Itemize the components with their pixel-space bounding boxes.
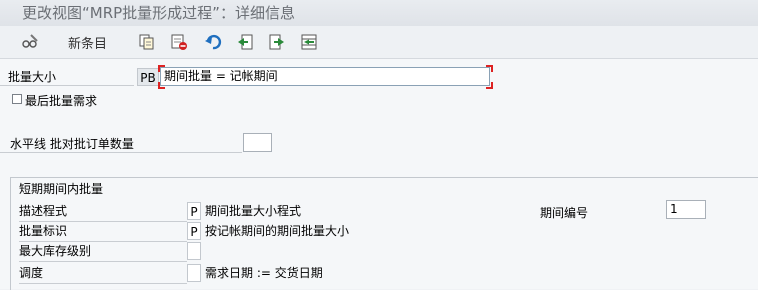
row-desc-lot-indicator: 按记帐期间的期间批量大小 bbox=[205, 224, 350, 238]
focus-corner-br bbox=[486, 82, 493, 89]
title-bar: 更改视图“MRP批量形成过程”：详细信息 bbox=[0, 0, 758, 26]
select-button[interactable] bbox=[300, 32, 318, 52]
horizon-label: 水平线 批对批订单数量 bbox=[0, 135, 242, 153]
previous-entry-icon bbox=[236, 33, 254, 51]
next-entry-button[interactable] bbox=[268, 32, 286, 52]
focus-corner-tl bbox=[158, 65, 165, 72]
select-icon bbox=[300, 33, 318, 51]
row-code-scheduling[interactable] bbox=[187, 264, 201, 282]
new-entries-label: 新条目 bbox=[68, 36, 108, 52]
detail-form: 批量大小 PB 期间批量 = 记帐期间 最后批量需求 水平线 批对批订单数量 短… bbox=[0, 59, 758, 290]
period-number-input[interactable]: 1 bbox=[666, 200, 706, 219]
row-label-scheduling: 调度 bbox=[19, 264, 187, 284]
undo-button[interactable] bbox=[204, 32, 222, 52]
delete-button[interactable] bbox=[170, 32, 188, 52]
last-lot-label: 最后批量需求 bbox=[25, 94, 98, 108]
new-entries-button[interactable]: 新条目 bbox=[68, 32, 107, 52]
row-label-lot-indicator: 批量标识 bbox=[19, 222, 187, 242]
copy-button[interactable] bbox=[138, 32, 156, 52]
delete-icon bbox=[170, 33, 188, 51]
lot-size-code: PB bbox=[137, 68, 159, 86]
period-number-label: 期间编号 bbox=[540, 206, 589, 220]
next-entry-icon bbox=[268, 33, 286, 51]
lot-size-label: 批量大小 bbox=[0, 68, 134, 86]
undo-icon bbox=[204, 33, 222, 51]
last-lot-checkbox[interactable] bbox=[12, 94, 22, 104]
row-label-max-stock: 最大库存级别 bbox=[19, 242, 187, 262]
short-term-group: 短期期间内批量 描述程式 P 期间批量大小程式 批量标识 P 按记帐期间的期间批… bbox=[10, 177, 758, 290]
window-title: 更改视图“MRP批量形成过程”：详细信息 bbox=[22, 4, 295, 22]
row-label-description: 描述程式 bbox=[19, 202, 187, 222]
row-code-lot-indicator[interactable]: P bbox=[187, 222, 201, 240]
lot-size-value: 期间批量 = 记帐期间 bbox=[164, 69, 278, 83]
row-code-max-stock[interactable] bbox=[187, 242, 201, 260]
toolbar: 新条目 bbox=[0, 26, 758, 59]
glasses-edit-icon bbox=[20, 33, 40, 51]
lot-size-input[interactable]: 期间批量 = 记帐期间 bbox=[160, 67, 490, 86]
short-term-title: 短期期间内批量 bbox=[19, 182, 104, 196]
period-number-value: 1 bbox=[670, 202, 678, 216]
previous-entry-button[interactable] bbox=[236, 32, 254, 52]
row-code-description[interactable]: P bbox=[187, 202, 201, 220]
row-desc-scheduling: 需求日期 := 交货日期 bbox=[205, 266, 323, 280]
horizon-input[interactable] bbox=[243, 133, 272, 152]
display-change-button[interactable] bbox=[20, 32, 40, 52]
focus-corner-bl bbox=[158, 82, 165, 89]
row-desc-description: 期间批量大小程式 bbox=[205, 204, 302, 218]
focus-corner-tr bbox=[486, 65, 493, 72]
copy-icon bbox=[138, 33, 156, 51]
